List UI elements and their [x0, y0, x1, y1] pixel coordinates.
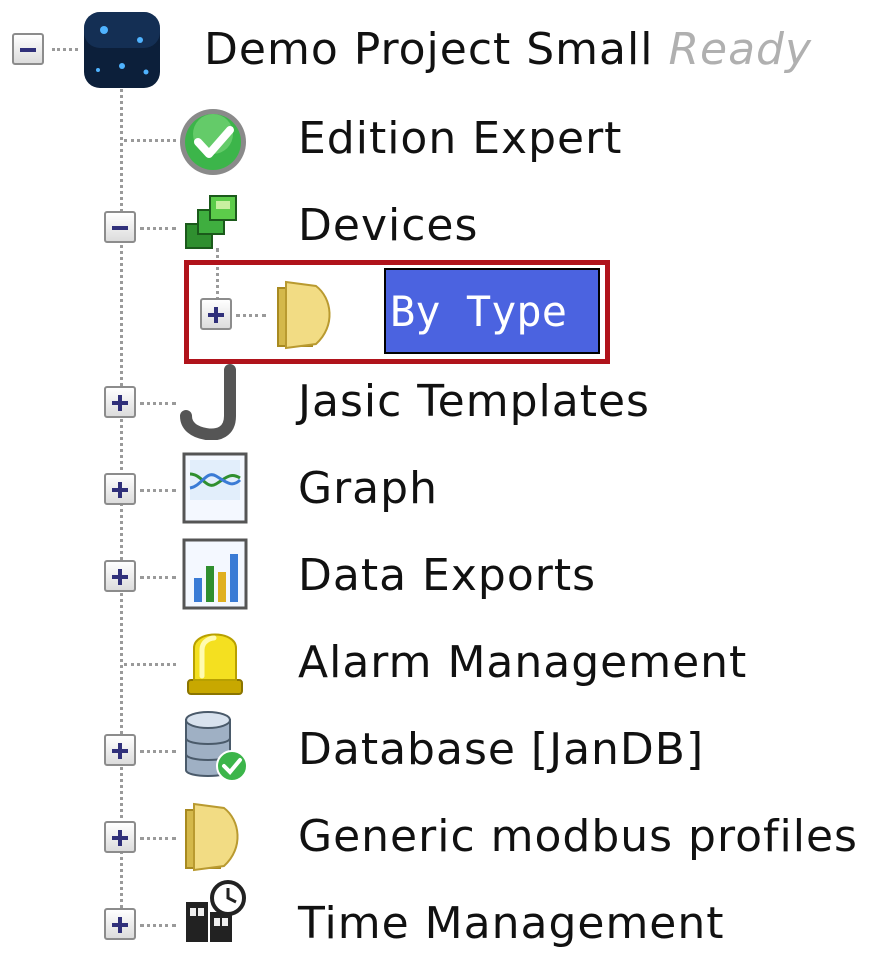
tree-connector: [140, 576, 176, 579]
tree-connector: [140, 489, 176, 492]
tree-item-graph[interactable]: Graph: [298, 461, 438, 517]
tree-item-label: Edition Expert: [298, 113, 623, 164]
expand-toggle-generic-modbus-profiles[interactable]: [104, 821, 136, 853]
tree-item-edition-expert[interactable]: Edition Expert: [298, 111, 622, 167]
tree-connector: [140, 924, 176, 927]
tree-item-database[interactable]: Database [JanDB]: [298, 722, 704, 778]
graph-icon: [180, 450, 250, 526]
project-icon: [82, 10, 162, 90]
tree-item-label: Graph: [298, 463, 438, 514]
tree-connector: [140, 837, 176, 840]
tree-connector: [140, 402, 176, 405]
data-export-icon: [180, 536, 250, 612]
tree-item-devices[interactable]: Devices: [298, 198, 478, 254]
tree-item-data-exports[interactable]: Data Exports: [298, 548, 596, 604]
tree-item-label: Jasic Templates: [298, 376, 650, 427]
tree-item-label: Devices: [298, 200, 479, 251]
devices-icon: [180, 188, 250, 264]
expand-toggle-time-management[interactable]: [104, 908, 136, 940]
time-management-icon: [180, 878, 250, 948]
alarm-light-icon: [180, 622, 250, 698]
collapse-toggle-root[interactable]: [12, 33, 44, 65]
jasic-icon: [178, 364, 248, 440]
tree-connector: [52, 48, 78, 51]
tree-connector: [140, 750, 176, 753]
folder-icon: [180, 798, 250, 874]
tree-item-root[interactable]: Demo Project Small Ready: [204, 22, 812, 78]
expand-toggle-jasic-templates[interactable]: [104, 386, 136, 418]
selection-highlight-box: [184, 260, 610, 364]
tree-item-label: Generic modbus profiles: [298, 811, 858, 862]
tree-connector: [140, 227, 176, 230]
tree-item-generic-modbus-profiles[interactable]: Generic modbus profiles: [298, 809, 858, 865]
tree-connector: [124, 663, 176, 666]
expand-toggle-database[interactable]: [104, 734, 136, 766]
tree-item-label: Time Management: [298, 898, 725, 949]
tree-item-time-management[interactable]: Time Management: [298, 896, 725, 952]
check-circle-icon: [178, 104, 248, 180]
collapse-toggle-devices[interactable]: [104, 211, 136, 243]
status-text: Ready: [668, 24, 813, 75]
tree-item-jasic-templates[interactable]: Jasic Templates: [298, 374, 650, 430]
tree-item-label: Database [JanDB]: [298, 724, 705, 775]
tree-item-label: Alarm Management: [298, 637, 748, 688]
project-tree: Demo Project Small Ready Edition Expert …: [0, 0, 869, 954]
expand-toggle-data-exports[interactable]: [104, 560, 136, 592]
tree-connector: [124, 139, 176, 142]
expand-toggle-graph[interactable]: [104, 473, 136, 505]
tree-item-label: Data Exports: [298, 550, 596, 601]
tree-item-label: Demo Project Small: [204, 24, 654, 75]
tree-item-alarm-management[interactable]: Alarm Management: [298, 635, 747, 691]
database-icon: [180, 708, 250, 784]
